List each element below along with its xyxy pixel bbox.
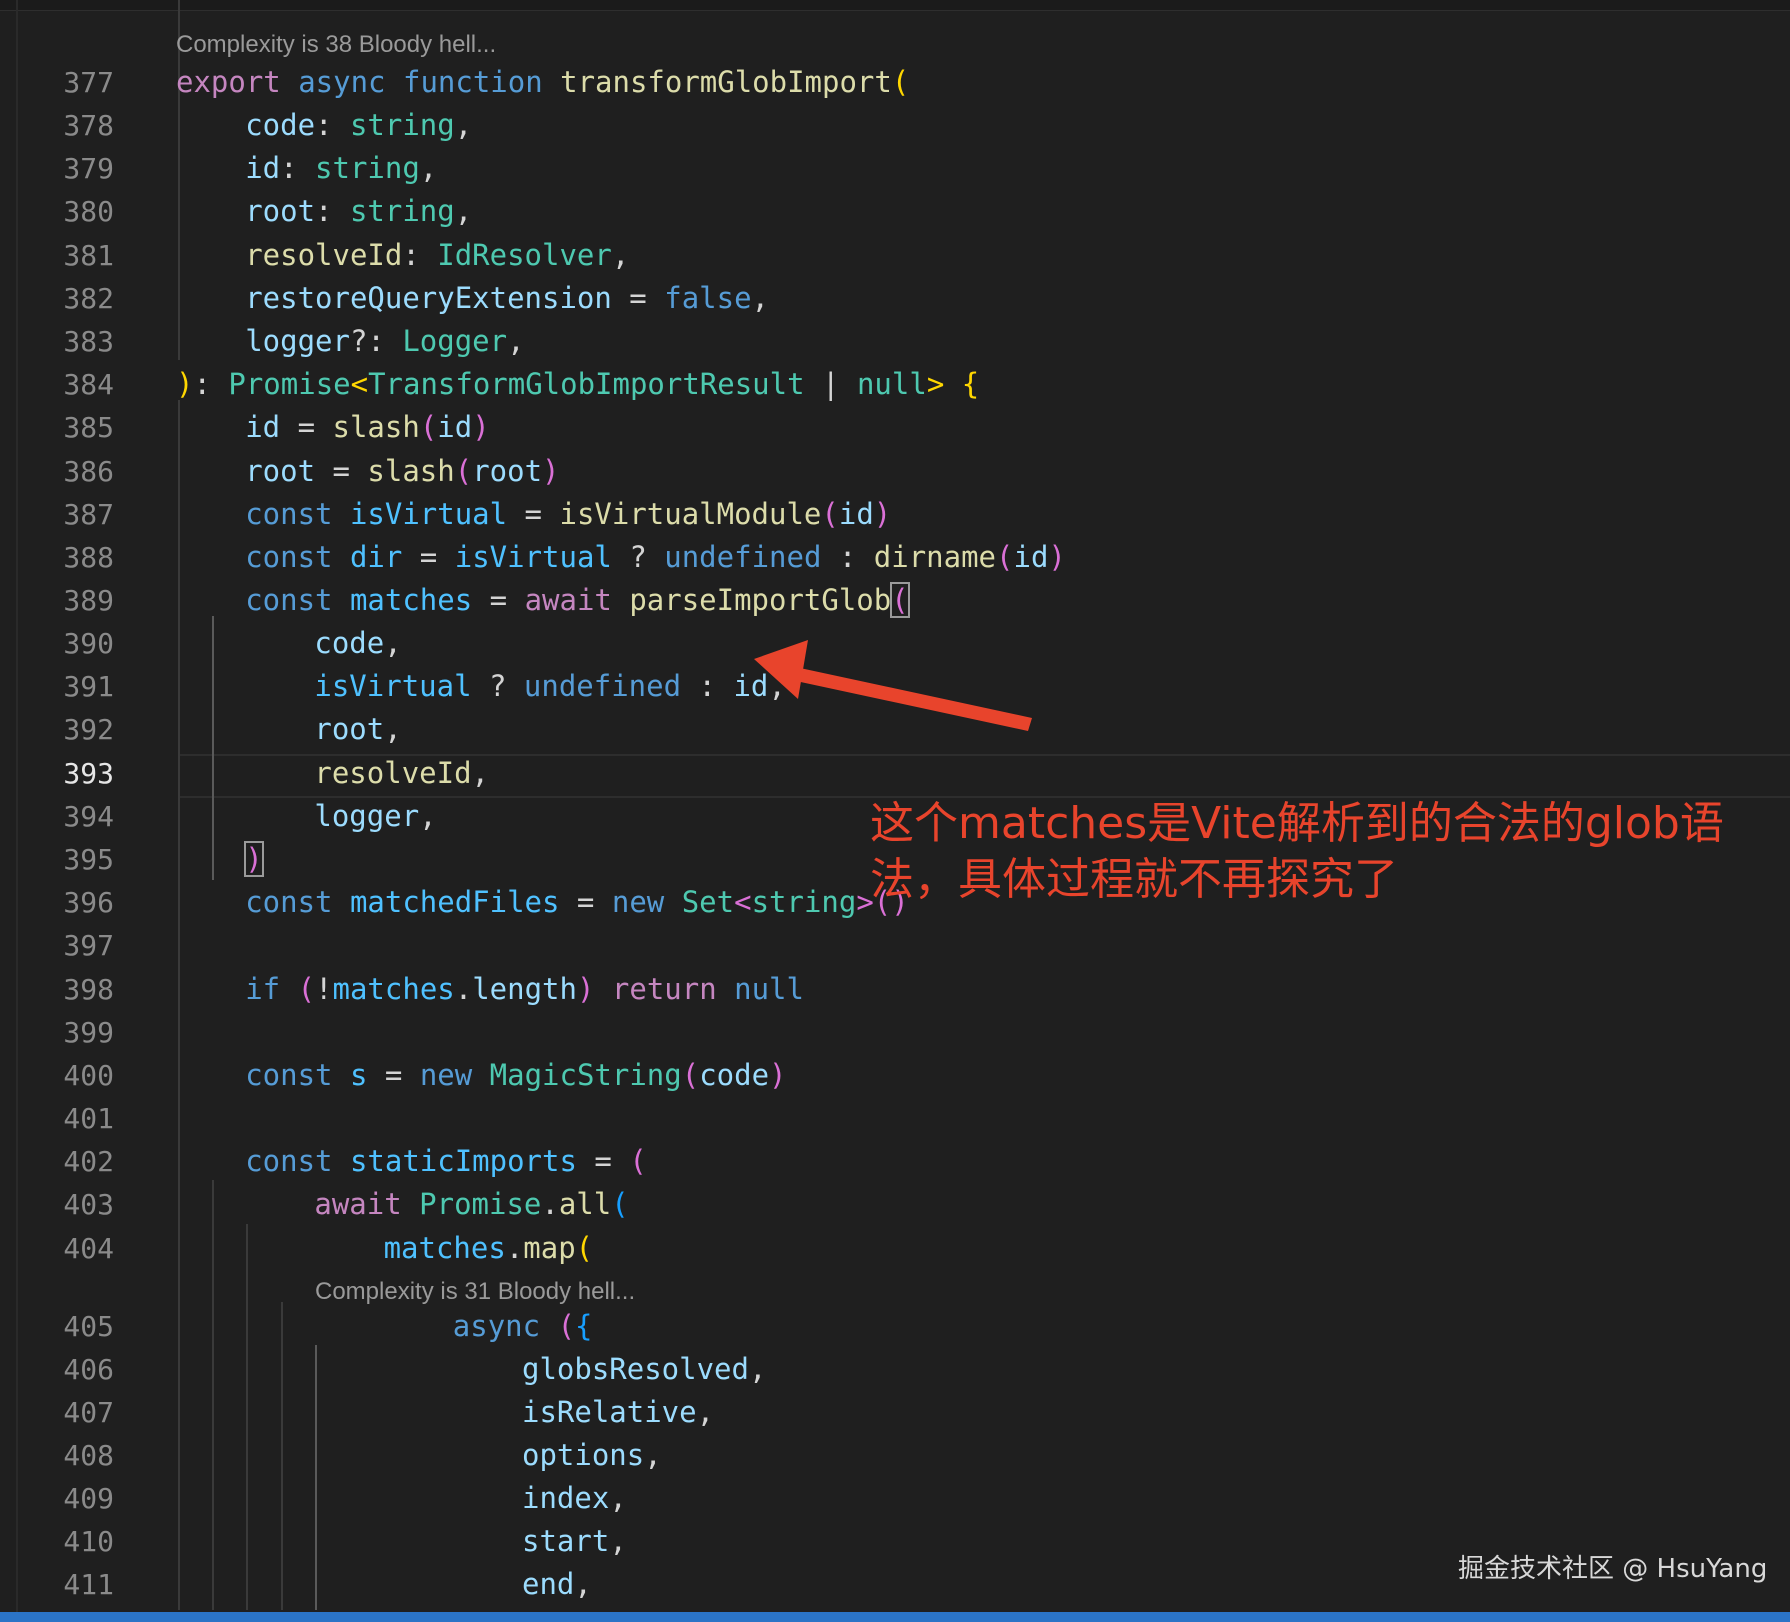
status-bar: [0, 1612, 1790, 1622]
arrow-shaft: [796, 668, 1032, 731]
annotation-note: 这个matches是Vite解析到的合法的glob语法，具体过程就不再探究了: [870, 798, 1724, 905]
watermark: 掘金技术社区 @ HsuYang: [1458, 1554, 1768, 1584]
arrow-head: [754, 640, 808, 699]
